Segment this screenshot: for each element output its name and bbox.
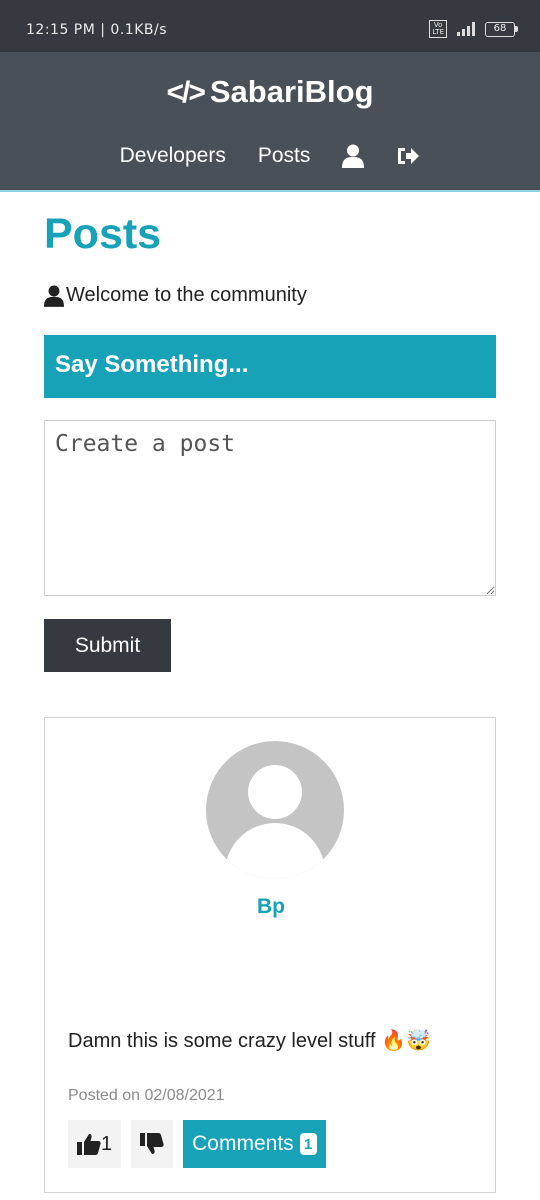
lead-text: Welcome to the community [44,284,496,307]
battery-level: 68 [485,21,515,37]
nav-developers-link[interactable]: Developers [120,144,226,168]
volte-icon: Vo LTE [429,20,447,38]
battery-icon: 68 [485,21,518,37]
user-icon [44,285,64,307]
post-text: Damn this is some crazy level stuff 🔥🤯 [68,1030,431,1052]
code-icon: </> [166,76,205,109]
navbar: </> SabariBlog Developers Posts [0,52,540,192]
brand-link[interactable]: </> SabariBlog [0,74,540,110]
user-icon[interactable] [342,144,365,168]
post-form-header: Say Something... [44,335,496,398]
page-title: Posts [44,210,162,258]
create-post-textarea[interactable] [44,420,496,596]
post-card: Bp Damn this is some crazy level stuff 🔥… [44,717,496,1193]
avatar[interactable] [206,741,344,879]
post-actions: 1 Comments 1 [68,1120,326,1168]
signal-icon [457,22,475,36]
thumbs-up-icon [77,1134,101,1155]
post-date: Posted on 02/08/2021 [68,1087,225,1104]
main-content: Posts Welcome to the community Say Somet… [44,210,496,672]
post-username[interactable]: Bp [45,895,497,919]
status-time-speed: 12:15 PM | 0.1KB/s [26,22,167,38]
comments-button[interactable]: Comments 1 [183,1120,326,1168]
thumbs-down-icon [140,1133,164,1154]
submit-button[interactable]: Submit [44,619,171,672]
dislike-button[interactable] [131,1120,174,1168]
status-bar: 12:15 PM | 0.1KB/s Vo LTE 68 [0,0,540,52]
status-icons: Vo LTE 68 [429,20,518,38]
comments-label: Comments [192,1132,294,1155]
like-button[interactable]: 1 [68,1120,122,1168]
brand-name: SabariBlog [209,74,374,109]
nav-posts-link[interactable]: Posts [258,144,311,168]
nav-links: Developers Posts [0,144,540,168]
comments-count-badge: 1 [299,1133,317,1155]
lead-label: Welcome to the community [66,284,307,306]
like-count: 1 [101,1132,113,1155]
sign-out-icon[interactable] [396,146,420,166]
